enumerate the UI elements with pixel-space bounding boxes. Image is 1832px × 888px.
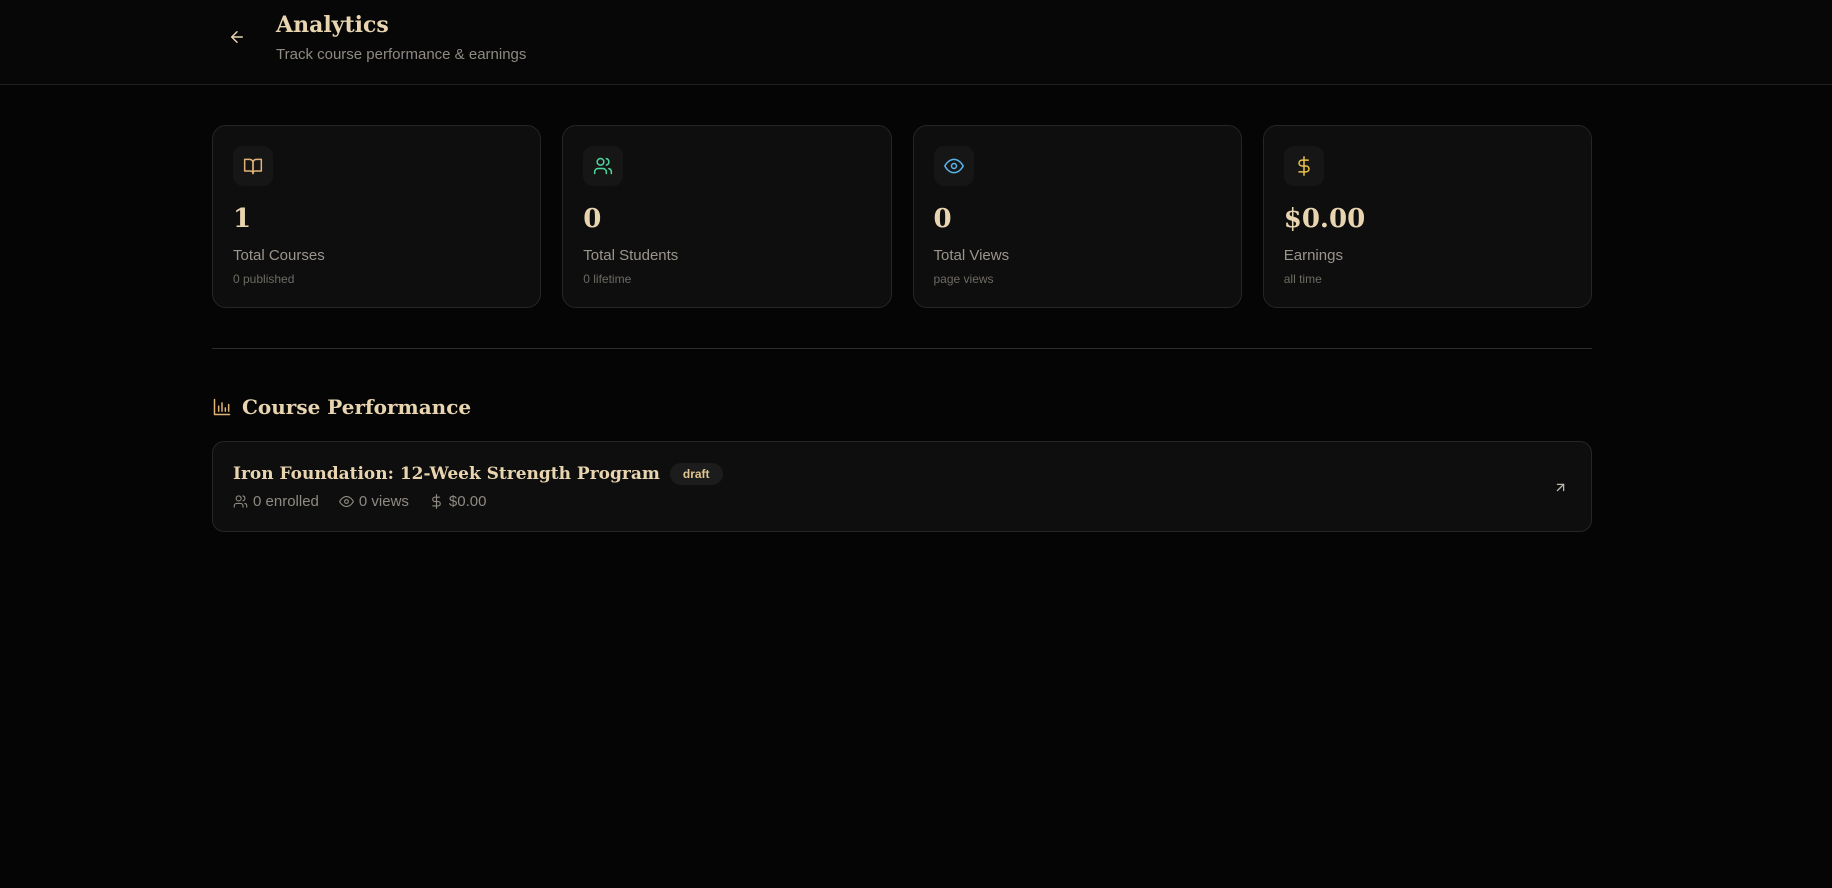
arrow-up-right-icon	[1556, 483, 1564, 491]
back-button[interactable]	[222, 22, 252, 52]
stat-value: 1	[233, 204, 252, 234]
users-icon	[594, 157, 613, 175]
eye-icon	[943, 158, 964, 174]
open-course-button[interactable]	[1549, 476, 1571, 498]
course-meta: 0 enrolled 0 views $0.00	[233, 493, 486, 510]
status-badge: draft	[669, 463, 723, 485]
enrolled-count: 0 enrolled	[253, 493, 319, 510]
users-icon	[233, 495, 248, 508]
course-performance-header: Course Performance	[212, 392, 471, 422]
stat-sublabel: 0 lifetime	[583, 272, 632, 286]
stat-card-earnings: $0.00 Earnings all time	[1262, 125, 1592, 308]
stat-label: Total Students	[583, 247, 679, 264]
section-title: Course Performance	[242, 395, 472, 419]
bar-chart-icon	[213, 398, 231, 416]
stat-card-total-students: 0 Total Students 0 lifetime	[562, 125, 892, 308]
dollar-icon	[432, 494, 441, 509]
stat-card-total-courses: 1 Total Courses 0 published	[212, 125, 542, 308]
stat-value: 0	[583, 204, 602, 234]
stat-label: Earnings	[1283, 247, 1343, 264]
views-count: 0 views	[358, 493, 409, 510]
stat-value: $0.00	[1283, 204, 1366, 234]
stat-value: 0	[933, 204, 952, 234]
stat-sublabel: all time	[1283, 272, 1322, 286]
course-row[interactable]: Iron Foundation: 12-Week Strength Progra…	[212, 441, 1592, 532]
stat-sublabel: 0 published	[233, 272, 295, 286]
page-title: Analytics	[276, 12, 389, 38]
dollar-icon	[1298, 156, 1310, 176]
earnings-amount: $0.00	[448, 493, 487, 510]
stat-label: Total Views	[933, 247, 1010, 264]
book-icon	[243, 158, 263, 175]
stats-row: 1 Total Courses 0 published 0 Total Stud…	[212, 125, 1592, 308]
page-subtitle: Track course performance & earnings	[276, 46, 527, 63]
stat-sublabel: page views	[933, 272, 994, 286]
stat-card-total-views: 0 Total Views page views	[912, 125, 1242, 308]
stat-label: Total Courses	[233, 247, 325, 264]
course-title: Iron Foundation: 12-Week Strength Progra…	[233, 464, 660, 484]
arrow-left-icon	[231, 31, 243, 43]
page-header: Analytics Track course performance & ear…	[0, 0, 1832, 85]
section-divider	[212, 348, 1592, 349]
eye-icon	[338, 495, 354, 508]
